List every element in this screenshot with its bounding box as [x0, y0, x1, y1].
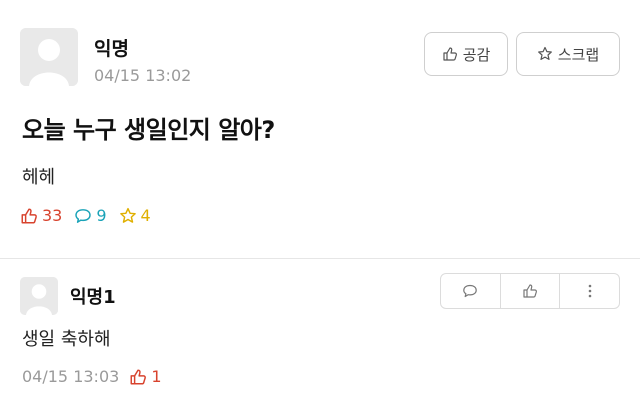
thumbs-up-icon: [443, 47, 457, 61]
post-body: 헤헤: [22, 167, 56, 188]
comment-text: 생일 축하해: [22, 329, 111, 350]
post-stats: 33 9 4: [20, 206, 163, 225]
post-author: 익명: [94, 38, 129, 60]
more-vertical-icon: [588, 284, 591, 298]
comment-item: 익명1 생일 축하해 04/15 13:03 1: [0, 259, 640, 400]
comment-meta: 04/15 13:03 1: [22, 367, 162, 386]
star-icon: [119, 207, 136, 223]
more-options-button[interactable]: [560, 274, 619, 308]
comment-like-button[interactable]: [501, 274, 561, 308]
like-count: 33: [20, 206, 62, 225]
thumbs-up-icon: [523, 284, 537, 298]
comment-avatar: [20, 277, 58, 315]
comment-count: 9: [74, 206, 107, 225]
comment-bubble-icon: [75, 208, 92, 223]
thumbs-up-icon: [21, 208, 37, 223]
scrap-button-label: 스크랩: [557, 45, 600, 64]
scrap-button[interactable]: 스크랩: [516, 32, 620, 76]
anonymous-avatar-icon: [20, 28, 78, 86]
comment-author: 익명1: [70, 287, 116, 308]
comment-action-group: [440, 273, 620, 309]
comment-like-count-value: 1: [151, 367, 162, 386]
post-time: 04/15 13:02: [94, 66, 192, 85]
post: 익명 04/15 13:02 공감 스크랩 오늘 누구 생일인지 알아? 헤헤 …: [0, 0, 640, 258]
comment-like-count: 1: [129, 367, 162, 386]
scrap-count: 4: [119, 206, 151, 225]
post-title: 오늘 누구 생일인지 알아?: [22, 116, 275, 144]
anonymous-avatar-icon: [20, 277, 58, 315]
like-button[interactable]: 공감: [424, 32, 508, 76]
scrap-count-value: 4: [140, 206, 151, 225]
avatar: [20, 28, 78, 86]
comment-count-value: 9: [96, 206, 107, 225]
reply-button[interactable]: [441, 274, 501, 308]
comment-bubble-icon: [463, 284, 478, 298]
like-count-value: 33: [42, 206, 63, 225]
comment-time: 04/15 13:03: [22, 367, 120, 386]
star-icon: [537, 46, 552, 60]
thumbs-up-icon: [130, 369, 147, 384]
like-button-label: 공감: [462, 45, 491, 64]
